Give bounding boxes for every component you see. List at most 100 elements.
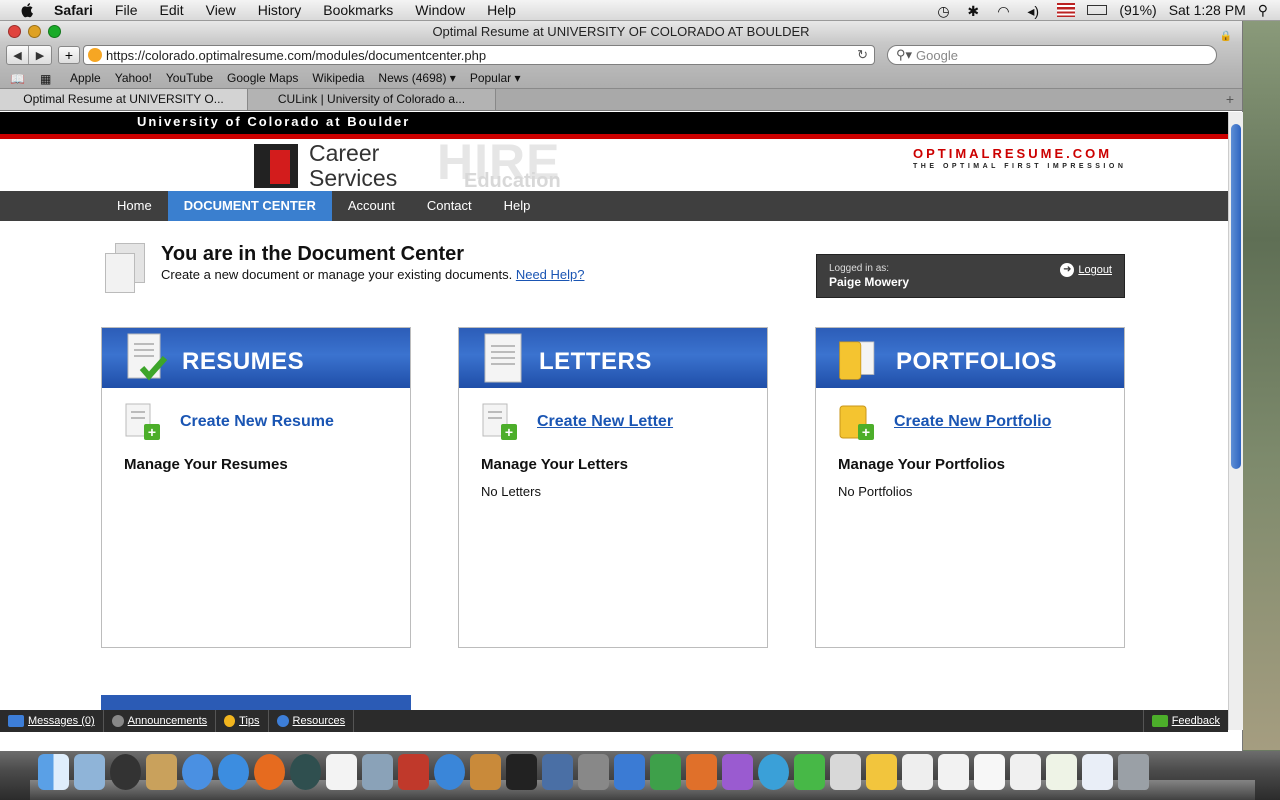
sims-icon[interactable] (794, 754, 825, 790)
manage-resumes-heading: Manage Your Resumes (124, 456, 288, 473)
top-sites-icon[interactable]: ▦ (40, 72, 56, 86)
resume-check-icon (127, 333, 168, 381)
nav-help[interactable]: Help (488, 191, 547, 221)
menu-help[interactable]: Help (487, 2, 516, 18)
bookmark-news[interactable]: News (4698) ▾ (378, 71, 455, 85)
messenger-icon[interactable] (758, 754, 789, 790)
scrollbar-thumb[interactable] (1231, 124, 1241, 469)
bluetooth-icon[interactable]: ✱ (967, 3, 985, 19)
dashboard-icon[interactable] (110, 754, 141, 790)
tab-optimal-resume[interactable]: Optimal Resume at UNIVERSITY O... (0, 89, 248, 110)
spreadsheet-icon[interactable] (1046, 754, 1077, 790)
add-bookmark-button[interactable]: + (58, 46, 80, 64)
ical-icon[interactable] (326, 754, 357, 790)
itunes-icon[interactable] (434, 754, 465, 790)
resources-link[interactable]: Resources (269, 710, 355, 732)
battery-icon[interactable] (1087, 5, 1108, 15)
trash-icon[interactable] (1118, 754, 1149, 790)
menu-bookmarks[interactable]: Bookmarks (323, 2, 393, 18)
optimalresume-logo[interactable]: OPTIMALRESUME.COM (913, 146, 1112, 161)
garageband-icon[interactable] (470, 754, 501, 790)
preview-icon[interactable] (830, 754, 861, 790)
forward-button[interactable]: ▶ (29, 46, 51, 64)
safari-icon[interactable] (218, 754, 249, 790)
page-scrollbar[interactable] (1228, 112, 1243, 730)
need-help-link[interactable]: Need Help? (516, 267, 585, 282)
iphoto-icon[interactable] (362, 754, 393, 790)
wav-document-icon[interactable] (1010, 754, 1041, 790)
search-field[interactable]: ⚲▾ Google (887, 45, 1217, 65)
menu-history[interactable]: History (258, 2, 302, 18)
bookmark-wikipedia[interactable]: Wikipedia (312, 71, 364, 85)
bookmark-youtube[interactable]: YouTube (166, 71, 213, 85)
apple-menu-icon[interactable] (18, 2, 38, 18)
window-title: Optimal Resume at UNIVERSITY OF COLORADO… (432, 24, 810, 39)
paint-icon[interactable] (866, 754, 897, 790)
menu-window[interactable]: Window (415, 2, 465, 18)
announcements-link[interactable]: Announcements (104, 710, 217, 732)
create-portfolio-row[interactable]: + Create New Portfolio (838, 402, 1051, 442)
reading-list-icon[interactable]: 📖 (10, 72, 26, 86)
feedback-link[interactable]: Feedback (1142, 710, 1228, 732)
volume-icon[interactable]: ◂) (1027, 3, 1045, 19)
chess-icon[interactable] (902, 754, 933, 790)
portfolios-panel: PORTFOLIOS + Create New Portfolio Manage… (815, 327, 1125, 648)
create-resume-row[interactable]: + Create New Resume (124, 402, 334, 442)
nav-home[interactable]: Home (101, 191, 168, 221)
bookmark-yahoo[interactable]: Yahoo! (115, 71, 152, 85)
mail-icon[interactable] (74, 754, 105, 790)
powerpoint-icon[interactable] (686, 754, 717, 790)
excel-icon[interactable] (650, 754, 681, 790)
menubar-clock[interactable]: Sat 1:28 PM (1169, 2, 1246, 18)
menu-file[interactable]: File (115, 2, 138, 18)
entourage-icon[interactable] (722, 754, 753, 790)
new-tab-icon[interactable]: + (1226, 91, 1234, 107)
wifi-icon[interactable]: ◠ (997, 3, 1015, 19)
pdf-document-icon[interactable] (974, 754, 1005, 790)
bookmark-popular[interactable]: Popular ▾ (470, 71, 521, 85)
us-flag-icon[interactable] (1057, 3, 1076, 17)
nav-document-center[interactable]: DOCUMENT CENTER (167, 191, 332, 221)
menu-edit[interactable]: Edit (159, 2, 183, 18)
ichat-icon[interactable] (182, 754, 213, 790)
zoom-window-button[interactable] (48, 25, 61, 38)
time-machine-icon[interactable]: ◷ (937, 3, 955, 19)
word-icon[interactable] (614, 754, 645, 790)
logout-link[interactable]: ➜ Logout (1060, 263, 1112, 277)
address-book-icon[interactable] (146, 754, 177, 790)
reload-icon[interactable]: ↻ (857, 47, 868, 63)
close-window-button[interactable] (8, 25, 21, 38)
tab-culink[interactable]: CULink | University of Colorado a... (248, 89, 496, 110)
bookmark-google-maps[interactable]: Google Maps (227, 71, 298, 85)
create-new-resume-link[interactable]: Create New Resume (180, 413, 334, 431)
bookmark-apple[interactable]: Apple (70, 71, 101, 85)
photo-booth-icon[interactable] (398, 754, 429, 790)
menu-safari[interactable]: Safari (54, 2, 93, 18)
tips-label: Tips (239, 715, 260, 727)
menu-view[interactable]: View (206, 2, 236, 18)
file-stack-icon[interactable] (1082, 754, 1113, 790)
messages-link[interactable]: Messages (0) (0, 710, 104, 732)
spotlight-icon[interactable]: ⚲ (1258, 2, 1268, 19)
envelope-icon (8, 715, 24, 727)
create-letter-row[interactable]: + Create New Letter (481, 402, 673, 442)
create-new-portfolio-link[interactable]: Create New Portfolio (894, 413, 1051, 431)
resumes-panel-header: RESUMES (102, 328, 410, 388)
create-new-letter-link[interactable]: Create New Letter (537, 413, 673, 431)
nav-contact[interactable]: Contact (411, 191, 488, 221)
tips-link[interactable]: Tips (216, 710, 269, 732)
url-text: https://colorado.optimalresume.com/modul… (106, 47, 487, 63)
minimize-window-button[interactable] (28, 25, 41, 38)
time-machine-dock-icon[interactable] (290, 754, 321, 790)
dock (0, 751, 1280, 800)
system-preferences-icon[interactable] (578, 754, 609, 790)
url-field[interactable]: https://colorado.optimalresume.com/modul… (83, 45, 875, 65)
crossword-icon[interactable] (938, 754, 969, 790)
finder-icon[interactable] (38, 754, 69, 790)
spaces-icon[interactable] (542, 754, 573, 790)
window-titlebar[interactable]: Optimal Resume at UNIVERSITY OF COLORADO… (0, 21, 1242, 43)
back-button[interactable]: ◀ (7, 46, 29, 64)
imovie-icon[interactable] (506, 754, 537, 790)
firefox-icon[interactable] (254, 754, 285, 790)
nav-account[interactable]: Account (332, 191, 411, 221)
